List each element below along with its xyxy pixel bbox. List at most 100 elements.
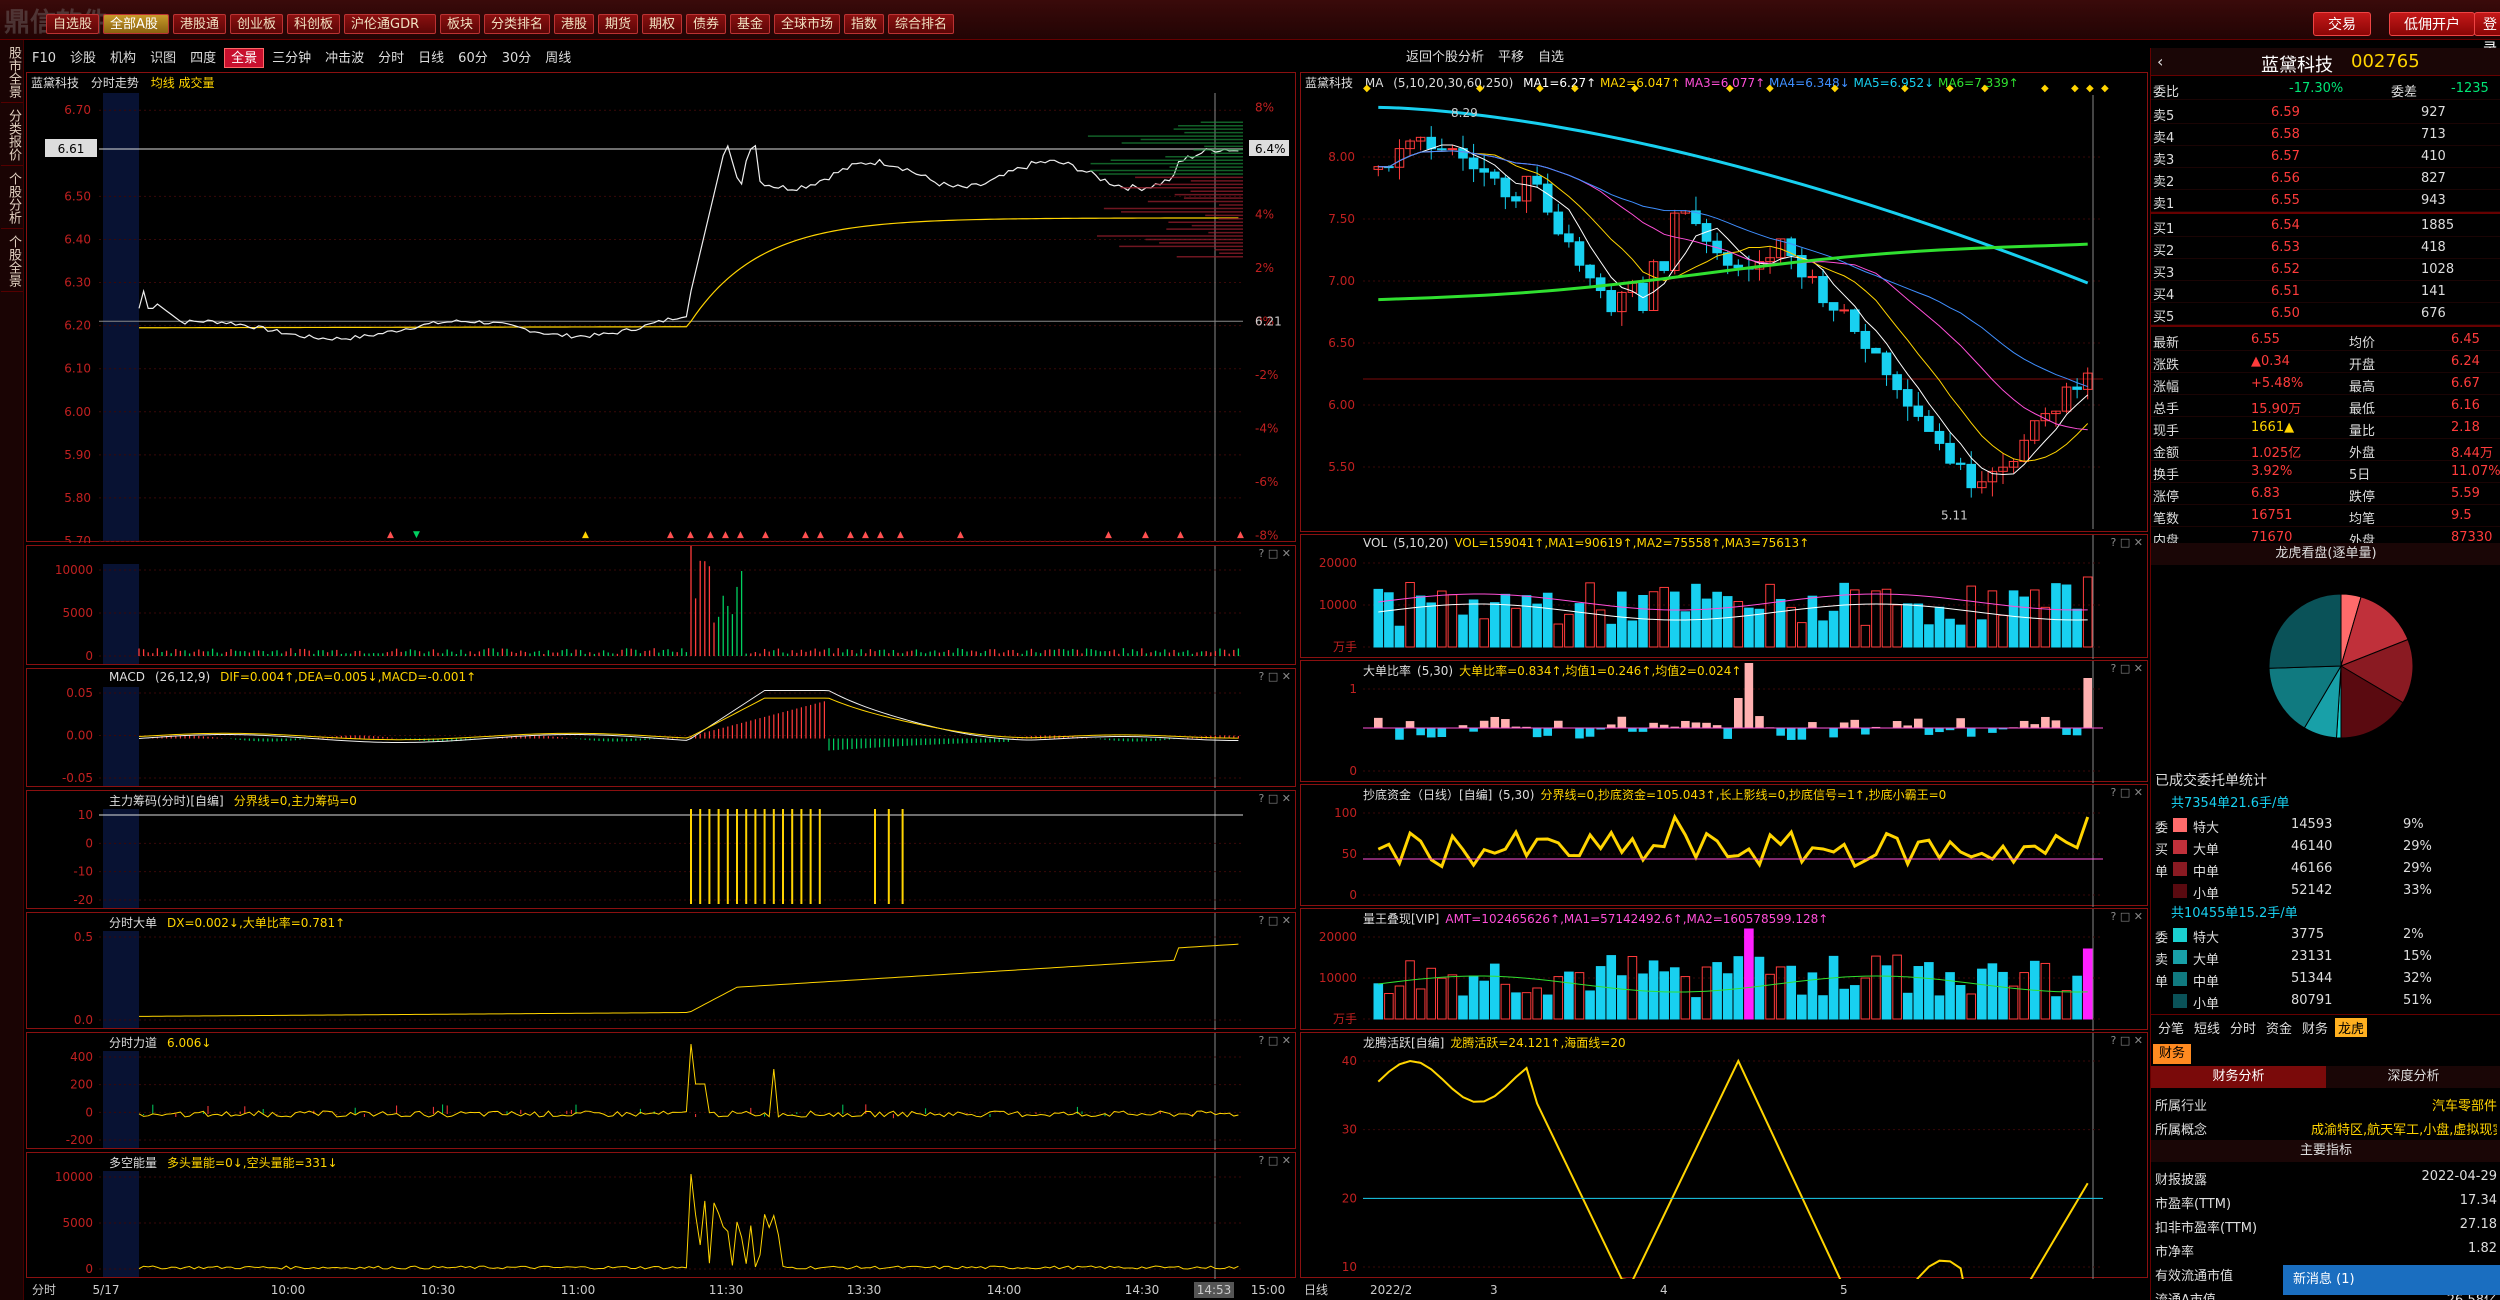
tab-category-quote[interactable]: 分类报价 — [1, 105, 23, 166]
sell-count: 51344 — [2291, 971, 2333, 986]
menu-item-12[interactable]: 基金 — [730, 14, 770, 34]
menu-item-15[interactable]: 综合排名 — [888, 14, 954, 34]
buy-pct: 33% — [2403, 883, 2432, 898]
back-arrow-icon[interactable]: ‹ — [2157, 52, 2163, 71]
tab-market-overview[interactable]: 股市全景 — [1, 42, 23, 103]
kline-sub-pane-0[interactable]: VOL (5,10,20) VOL=159041↑,MA1=90619↑,MA2=7… — [1300, 534, 2148, 659]
toolbar-item-8[interactable]: 分时 — [372, 49, 410, 69]
ask-row-cell-2: 410 — [2421, 149, 2446, 164]
open-account-button[interactable]: 低佣开户 — [2389, 12, 2475, 36]
toolbar-item-5[interactable]: 全景 — [224, 48, 265, 68]
bid-row-cell-1: 6.52 — [2271, 262, 2300, 277]
toolbar-item-10[interactable]: 60分 — [452, 49, 494, 69]
menu-item-6[interactable]: 板块 — [440, 14, 480, 34]
tab-0[interactable]: 分笔 — [2155, 1018, 2187, 1037]
intraday-sub-pane-4[interactable]: 分时力道 6.006↓? □ ✕ 400 200 0 -200 — [26, 1032, 1296, 1150]
volume-bar — [1775, 966, 1786, 1020]
volume-bar — [1722, 973, 1733, 1020]
pct-tick-label: 2% — [1255, 261, 1274, 275]
new-message-notice[interactable]: 新消息 (1) — [2283, 1265, 2500, 1295]
tab-2[interactable]: 分时 — [2227, 1018, 2259, 1037]
menu-item-8[interactable]: 港股 — [554, 14, 594, 34]
candle-body — [1574, 241, 1585, 266]
login-button[interactable]: 登录 — [2474, 12, 2500, 57]
sell-type: 中单 — [2193, 975, 2220, 990]
volume-bar — [1617, 975, 1627, 1020]
ask-row-cell-1: 6.57 — [2271, 149, 2300, 164]
tab-4[interactable]: 财务 — [2299, 1018, 2331, 1037]
buy-pct: 29% — [2403, 861, 2432, 876]
ask-row: 卖2 6.56 827 — [2151, 168, 2500, 190]
tab-1[interactable]: 短线 — [2191, 1018, 2223, 1037]
volume-bar — [1585, 582, 1595, 648]
toolbar-item-1[interactable]: 诊股 — [64, 49, 102, 69]
menu-item-0[interactable]: 自选股 — [46, 14, 99, 34]
intraday-sub-pane-2[interactable]: 主力筹码(分时)[自编] 分界线=0,主力筹码=0? □ ✕ 10 0 -10 -20 — [26, 790, 1296, 910]
volume-bar — [1437, 590, 1447, 648]
menu-item-5[interactable]: 沪伦通GDR — [344, 14, 436, 34]
ask-row-cell-2: 827 — [2421, 171, 2446, 186]
signal-marker: ▲ — [582, 530, 589, 540]
menu-item-9[interactable]: 期货 — [598, 14, 638, 34]
kline-sub-pane-2[interactable]: 抄底资金（日线）[自编] (5,30) 分界线=0,抄底资金=105.043↑,长上… — [1300, 784, 2148, 907]
big-order-bar — [1585, 728, 1595, 737]
toolbar-item-7[interactable]: 冲击波 — [319, 49, 370, 69]
toolbar-right-item-2[interactable]: 自选 — [1532, 48, 1570, 68]
intraday-sub-pane-1[interactable]: MACD (26,12,9) DIF=0.004↑,DEA=0.005↓,MACD=… — [26, 668, 1296, 788]
menu-item-3[interactable]: 创业板 — [230, 14, 283, 34]
y-tick-label: 6.30 — [64, 276, 91, 290]
tab-stock-analysis[interactable]: 个股分析 — [1, 168, 23, 229]
volume-bar — [1924, 624, 1934, 648]
volume-bar — [1871, 955, 1881, 1020]
y-tick-label: 0.0 — [74, 1013, 93, 1027]
finance-tab[interactable]: 财务 — [2153, 1044, 2192, 1064]
pct-tick-label: -4% — [1255, 421, 1278, 435]
tab-3[interactable]: 资金 — [2263, 1018, 2295, 1037]
divider — [2151, 212, 2500, 214]
tab-5[interactable]: 龙虎 — [2335, 1018, 2368, 1037]
volume-bar — [1797, 994, 1807, 1020]
toolbar-item-6[interactable]: 三分钟 — [266, 49, 317, 69]
legend-swatch — [2173, 884, 2187, 898]
kline-sub-pane-3[interactable]: 量王叠现[VIP] AMT=102465626↑,MA1=57142492.6↑,… — [1300, 908, 2148, 1031]
kline-sub-pane-1[interactable]: 大单比率 (5,30) 大单比率=0.834↑,均值1=0.246↑,均值2=0.0… — [1300, 660, 2148, 783]
big-order-bar — [1395, 728, 1404, 740]
toolbar-item-2[interactable]: 机构 — [104, 49, 142, 69]
toolbar-item-9[interactable]: 日线 — [412, 49, 450, 69]
volume-bar — [1881, 588, 1892, 648]
intraday-sub-pane-5[interactable]: 多空能量 多头量能=0↓,空头量能=331↓? □ ✕ 10000 5000 0 — [26, 1152, 1296, 1279]
stat-row-cell-1: 6.83 — [2251, 486, 2280, 501]
menu-item-4[interactable]: 科创板 — [287, 14, 340, 34]
subtab-deep-analysis[interactable]: 深度分析 — [2326, 1066, 2500, 1088]
weibi-row-cell-2: 委差 — [2391, 85, 2418, 100]
menu-item-2[interactable]: 港股通 — [173, 14, 226, 34]
stat-row-cell-3: 11.07% — [2451, 464, 2500, 479]
toolbar-item-4[interactable]: 四度 — [184, 49, 222, 69]
big-order-bar — [2019, 720, 2029, 728]
kline-chart-pane[interactable]: 蓝黛科技 MA (5,10,20,30,60,250) MA1=6.27↑ MA… — [1300, 72, 2148, 532]
toolbar-right-item-0[interactable]: 返回个股分析 — [1400, 48, 1490, 68]
tab-stock-panorama[interactable]: 个股全景 — [1, 231, 23, 292]
toolbar-item-0[interactable]: F10 — [26, 49, 62, 69]
menu-item-10[interactable]: 期权 — [642, 14, 682, 34]
volume-bar — [1627, 620, 1638, 648]
sell-row: 单 中单 51344 32% — [2151, 968, 2500, 990]
intraday-chart-pane[interactable]: 蓝黛科技 分时走势 均线 成交量 6.706.616.506.406.306.2… — [26, 72, 1296, 543]
toolbar-right-item-1[interactable]: 平移 — [1492, 48, 1530, 68]
menu-item-13[interactable]: 全球市场 — [774, 14, 840, 34]
trade-button[interactable]: 交易 — [2313, 12, 2371, 36]
menu-item-7[interactable]: 分类排名 — [484, 14, 550, 34]
y-tick-label: 0 — [85, 1262, 93, 1276]
intraday-sub-pane-0[interactable]: ? □ ✕ 10000 5000 0 — [26, 545, 1296, 666]
menu-item-14[interactable]: 指数 — [844, 14, 884, 34]
menu-item-1[interactable]: 全部A股 — [103, 14, 169, 34]
toolbar-item-11[interactable]: 30分 — [496, 49, 538, 69]
toolbar-item-12[interactable]: 周线 — [539, 49, 577, 69]
subtab-finance-analysis[interactable]: 财务分析 — [2151, 1066, 2326, 1088]
toolbar-item-3[interactable]: 识图 — [144, 49, 182, 69]
volume-bar — [1892, 604, 1902, 648]
menu-item-11[interactable]: 债券 — [686, 14, 726, 34]
intraday-sub-pane-3[interactable]: 分时大单 DX=0.002↓,大单比率=0.781↑? □ ✕ 0.5 0.0 — [26, 912, 1296, 1030]
y-tick-label: 0 — [85, 1105, 93, 1119]
kline-sub-pane-4[interactable]: 龙腾活跃[自编] 龙腾活跃=24.121↑,海面线=20? □ ✕ 40 30 20 10 — [1300, 1032, 2148, 1279]
